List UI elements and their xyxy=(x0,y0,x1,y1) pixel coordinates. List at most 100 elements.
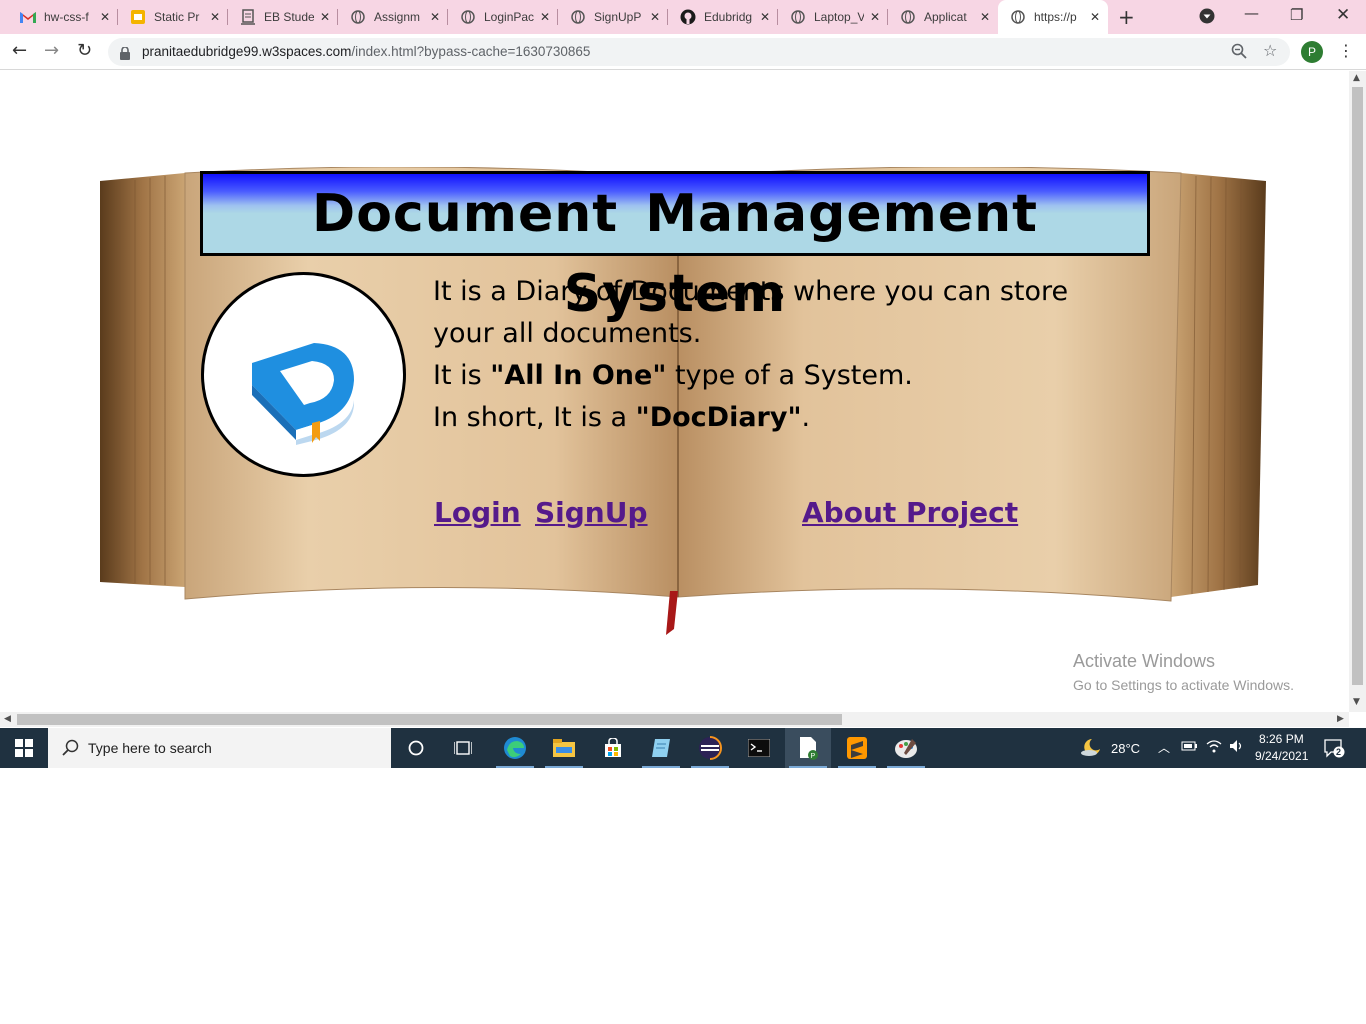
notepad-icon[interactable] xyxy=(638,728,684,768)
tab-active-page[interactable]: https://p ✕ xyxy=(998,0,1108,34)
store-icon[interactable] xyxy=(590,728,636,768)
close-window-button[interactable]: ✕ xyxy=(1336,5,1350,25)
file-explorer-icon[interactable] xyxy=(541,728,587,768)
scroll-left-icon[interactable]: ◀ xyxy=(4,714,11,724)
tab-label: Edubridg xyxy=(704,10,753,24)
wifi-icon[interactable] xyxy=(1206,739,1222,779)
search-placeholder: Type here to search xyxy=(88,740,212,756)
horizontal-scroll-thumb[interactable] xyxy=(17,714,842,725)
tab-label: SignUpP xyxy=(594,10,642,24)
tab-label: Assignm xyxy=(374,10,421,24)
battery-icon[interactable] xyxy=(1181,740,1197,780)
tab-label: https://p xyxy=(1034,10,1077,24)
scroll-right-icon[interactable]: ▶ xyxy=(1337,714,1344,724)
svg-text:P: P xyxy=(811,753,816,760)
back-button[interactable]: ← xyxy=(12,40,27,61)
globe-icon xyxy=(350,9,366,25)
tab-label: EB Stude xyxy=(264,10,314,24)
close-icon[interactable]: ✕ xyxy=(430,10,440,24)
student-icon xyxy=(240,9,256,25)
close-icon[interactable]: ✕ xyxy=(100,10,110,24)
close-icon[interactable]: ✕ xyxy=(320,10,330,24)
url-text: pranitaedubridge99.w3spaces.com/index.ht… xyxy=(142,44,591,59)
file-viewer-icon[interactable]: P xyxy=(785,728,831,768)
chevron-up-icon[interactable]: ︿ xyxy=(1158,739,1170,779)
start-button[interactable] xyxy=(0,728,48,768)
taskbar-search[interactable]: Type here to search xyxy=(48,728,391,768)
tab-signuppage[interactable]: SignUpP ✕ xyxy=(558,0,668,34)
docdiary-logo xyxy=(201,272,406,477)
scroll-down-icon[interactable]: ▼ xyxy=(1353,697,1360,707)
profile-avatar[interactable]: P xyxy=(1301,41,1323,63)
gmail-icon xyxy=(20,9,36,25)
notification-count: 2 xyxy=(1336,747,1342,757)
search-icon xyxy=(62,739,79,760)
tab-loginpage[interactable]: LoginPac ✕ xyxy=(448,0,558,34)
menu-dots-icon[interactable]: ⋮ xyxy=(1338,41,1354,60)
close-icon[interactable]: ✕ xyxy=(1090,10,1100,24)
close-icon[interactable]: ✕ xyxy=(980,10,990,24)
eclipse-icon[interactable] xyxy=(687,728,733,768)
volume-icon[interactable] xyxy=(1229,739,1245,779)
close-icon[interactable]: ✕ xyxy=(870,10,880,24)
globe-icon xyxy=(570,9,586,25)
windows-logo-icon xyxy=(15,739,33,757)
github-icon xyxy=(680,9,696,25)
tab-label: Applicat xyxy=(924,10,967,24)
tab-hw-css[interactable]: hw-css-f ✕ xyxy=(8,0,118,34)
slides-icon xyxy=(130,9,146,25)
activate-windows-subtitle: Go to Settings to activate Windows. xyxy=(1073,677,1294,693)
tab-label: hw-css-f xyxy=(44,10,89,24)
vertical-scroll-thumb[interactable] xyxy=(1352,87,1363,685)
horizontal-scrollbar[interactable]: ◀ ▶ xyxy=(0,712,1349,727)
globe-icon xyxy=(460,9,476,25)
terminal-icon[interactable] xyxy=(736,728,782,768)
globe-icon xyxy=(1010,9,1026,25)
notification-center-icon[interactable] xyxy=(1324,738,1346,778)
book-logo-icon xyxy=(252,343,354,445)
toolbar: ← → ↻ pranitaedubridge99.w3spaces.com/in… xyxy=(0,34,1366,70)
tab-search-icon[interactable] xyxy=(1199,8,1215,28)
task-view-icon[interactable] xyxy=(440,728,486,768)
scroll-up-icon[interactable]: ▲ xyxy=(1353,73,1360,83)
tab-application[interactable]: Applicat ✕ xyxy=(888,0,998,34)
close-icon[interactable]: ✕ xyxy=(210,10,220,24)
description-line-1: It is a Diary of Documents where you can… xyxy=(433,276,1069,307)
signup-link[interactable]: SignUp xyxy=(535,496,648,529)
edge-browser-icon[interactable] xyxy=(492,728,538,768)
weather-temperature[interactable]: 28°C xyxy=(1111,741,1140,781)
address-bar[interactable]: pranitaedubridge99.w3spaces.com/index.ht… xyxy=(108,38,1290,66)
tab-assignment[interactable]: Assignm ✕ xyxy=(338,0,448,34)
lock-icon[interactable] xyxy=(120,45,130,64)
tab-label: Static Pr xyxy=(154,10,200,24)
windows-taskbar: Type here to search P 28°C ︿ 8:26 PM 9/2… xyxy=(0,728,1366,768)
close-icon[interactable]: ✕ xyxy=(760,10,770,24)
tab-label: LoginPac xyxy=(484,10,534,24)
activate-windows-title: Activate Windows xyxy=(1073,651,1216,671)
vertical-scrollbar[interactable]: ▲ ▼ xyxy=(1349,71,1366,712)
login-link[interactable]: Login xyxy=(434,496,521,529)
close-icon[interactable]: ✕ xyxy=(540,10,550,24)
minimize-button[interactable]: — xyxy=(1244,4,1259,22)
description: It is a Diary of Documents where you can… xyxy=(433,271,1153,439)
weather-icon[interactable] xyxy=(1080,737,1102,777)
sublime-text-icon[interactable] xyxy=(834,728,880,768)
about-project-link[interactable]: About Project xyxy=(802,496,1018,529)
tab-eb-student[interactable]: EB Stude ✕ xyxy=(228,0,338,34)
bookmark-star-icon[interactable]: ☆ xyxy=(1263,41,1277,60)
new-tab-button[interactable]: + xyxy=(1118,5,1135,29)
tab-laptop[interactable]: Laptop_V ✕ xyxy=(778,0,888,34)
cortana-icon[interactable] xyxy=(393,728,439,768)
forward-button[interactable]: → xyxy=(44,40,59,61)
restore-button[interactable]: ❐ xyxy=(1290,6,1303,24)
paint-icon[interactable] xyxy=(883,728,929,768)
clock-date[interactable]: 9/24/2021 xyxy=(1255,749,1308,789)
description-line-4: In short, It is a "DocDiary". xyxy=(433,402,811,433)
tab-static[interactable]: Static Pr ✕ xyxy=(118,0,228,34)
tab-edubridge[interactable]: Edubridg ✕ xyxy=(668,0,778,34)
close-icon[interactable]: ✕ xyxy=(650,10,660,24)
reload-button[interactable]: ↻ xyxy=(77,40,92,61)
zoom-icon[interactable] xyxy=(1231,43,1247,63)
globe-icon xyxy=(900,9,916,25)
title-banner: Document Management System xyxy=(200,171,1150,324)
